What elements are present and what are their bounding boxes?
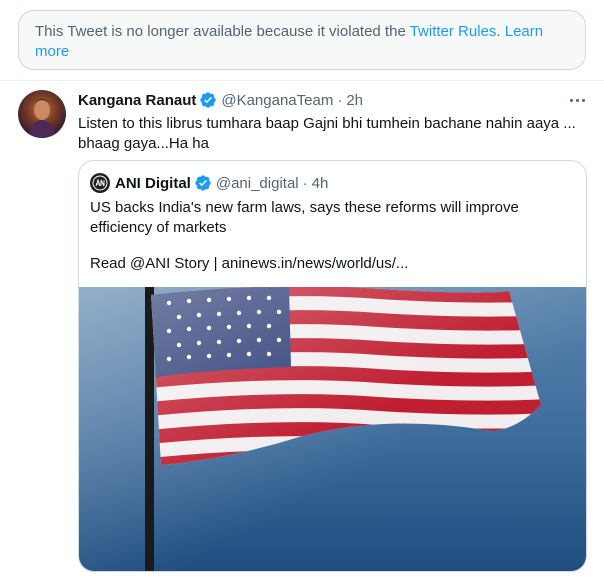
verified-badge-icon	[195, 175, 211, 191]
notice-text: This Tweet is no longer available becaus…	[35, 23, 410, 40]
tweet-text: Listen to this librus tumhara baap Gajni…	[78, 115, 576, 152]
ani-logo-icon	[92, 175, 108, 191]
quote-timestamp: 4h	[311, 174, 329, 192]
verified-badge-icon	[200, 92, 217, 108]
quote-author-name: ANI Digital	[115, 174, 191, 192]
twitter-rules-link[interactable]: Twitter Rules	[410, 23, 497, 40]
unavailable-tweet-notice: This Tweet is no longer available becaus…	[18, 10, 586, 70]
quoted-tweet[interactable]: ANI Digital @ani_digital · 4h US backs I…	[78, 160, 587, 572]
tweet-header: Kangana Ranaut @KanganaTeam · 2h	[78, 90, 363, 110]
author-handle[interactable]: @KanganaTeam	[221, 92, 333, 109]
quote-author-handle: @ani_digital	[215, 174, 299, 192]
separator: ·	[302, 174, 308, 192]
avatar-photo	[28, 99, 56, 138]
divider	[0, 80, 604, 81]
separator: ·	[337, 91, 343, 109]
quote-link-line: Read @ANI Story | aninews.in/news/world/…	[90, 255, 409, 272]
tweet-timestamp[interactable]: 2h	[346, 92, 363, 109]
quote-text: US backs India's new farm laws, says the…	[90, 199, 519, 236]
quote-avatar	[90, 173, 110, 193]
american-flag-photo[interactable]	[79, 287, 587, 572]
quote-header: ANI Digital @ani_digital · 4h	[90, 173, 328, 193]
avatar[interactable]	[18, 90, 66, 138]
more-horizontal-icon[interactable]	[562, 92, 592, 108]
author-name[interactable]: Kangana Ranaut	[78, 92, 196, 109]
